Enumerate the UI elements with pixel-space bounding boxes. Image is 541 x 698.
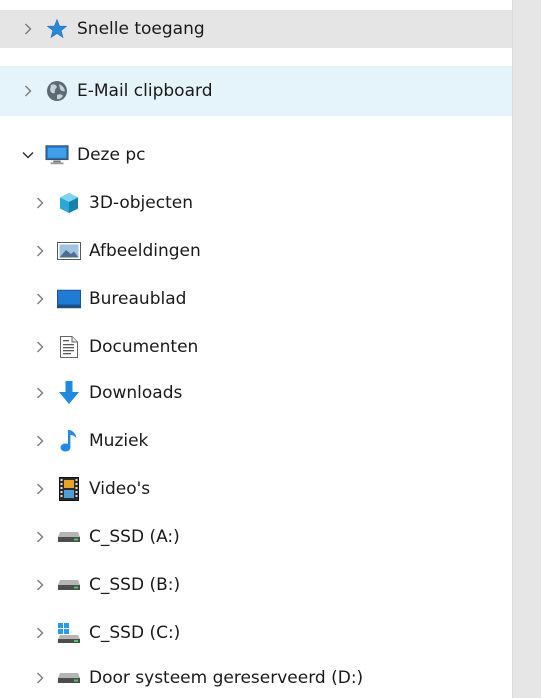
- star-icon: [45, 17, 69, 41]
- chevron-right-icon[interactable]: [33, 578, 47, 592]
- chevron-right-icon[interactable]: [33, 386, 47, 400]
- nav-item-label: Afbeeldingen: [89, 241, 201, 261]
- chevron-down-icon[interactable]: [21, 148, 35, 162]
- chevron-right-icon[interactable]: [33, 626, 47, 640]
- nav-item-label: Muziek: [89, 431, 149, 451]
- chevron-right-icon[interactable]: [33, 340, 47, 354]
- nav-item-label: Snelle toegang: [77, 19, 205, 39]
- drive-icon: [57, 525, 81, 549]
- nav-item-3d-objects[interactable]: 3D-objecten: [0, 180, 512, 226]
- download-arrow-icon: [57, 381, 81, 405]
- chevron-right-icon[interactable]: [33, 671, 47, 685]
- nav-item-drive-d[interactable]: Door systeem gereserveerd (D:): [0, 658, 512, 698]
- chevron-right-icon[interactable]: [33, 244, 47, 258]
- nav-item-email-clipboard[interactable]: E-Mail clipboard: [0, 66, 512, 116]
- desktop-icon: [57, 287, 81, 311]
- nav-item-label: C_SSD (A:): [89, 527, 180, 547]
- document-icon: [57, 335, 81, 359]
- nav-item-drive-c[interactable]: C_SSD (C:): [0, 610, 512, 656]
- nav-item-this-pc[interactable]: Deze pc: [0, 132, 512, 178]
- chevron-right-icon[interactable]: [33, 530, 47, 544]
- nav-item-label: Downloads: [89, 383, 183, 403]
- nav-item-label: 3D-objecten: [89, 193, 193, 213]
- music-note-icon: [57, 429, 81, 453]
- chevron-right-icon[interactable]: [33, 292, 47, 306]
- vertical-scrollbar[interactable]: [512, 0, 541, 698]
- cube-icon: [57, 191, 81, 215]
- drive-icon: [57, 666, 81, 690]
- nav-item-drive-b[interactable]: C_SSD (B:): [0, 562, 512, 608]
- nav-item-label: Video's: [89, 479, 151, 499]
- chevron-right-icon[interactable]: [33, 196, 47, 210]
- film-icon: [57, 477, 81, 501]
- nav-item-drive-a[interactable]: C_SSD (A:): [0, 514, 512, 560]
- nav-item-quick-access[interactable]: Snelle toegang: [0, 10, 512, 48]
- monitor-icon: [45, 143, 69, 167]
- nav-item-documents[interactable]: Documenten: [0, 324, 512, 370]
- globe-icon: [45, 79, 69, 103]
- nav-item-music[interactable]: Muziek: [0, 418, 512, 464]
- nav-item-videos[interactable]: Video's: [0, 466, 512, 512]
- nav-item-desktop[interactable]: Bureaublad: [0, 276, 512, 322]
- pictures-icon: [57, 239, 81, 263]
- chevron-right-icon[interactable]: [21, 84, 35, 98]
- navigation-pane: Snelle toegang E-Mail clipboard Deze pc …: [0, 0, 512, 698]
- chevron-right-icon[interactable]: [33, 434, 47, 448]
- nav-item-downloads[interactable]: Downloads: [0, 370, 512, 416]
- nav-item-label: C_SSD (C:): [89, 623, 181, 643]
- chevron-right-icon[interactable]: [33, 482, 47, 496]
- nav-item-label: Bureaublad: [89, 289, 187, 309]
- nav-item-pictures[interactable]: Afbeeldingen: [0, 228, 512, 274]
- nav-item-label: C_SSD (B:): [89, 575, 181, 595]
- windows-drive-icon: [57, 621, 81, 645]
- nav-item-label: Documenten: [89, 337, 199, 357]
- nav-item-label: Door systeem gereserveerd (D:): [89, 668, 364, 688]
- chevron-right-icon[interactable]: [21, 22, 35, 36]
- nav-item-label: E-Mail clipboard: [77, 81, 213, 101]
- nav-item-label: Deze pc: [77, 145, 146, 165]
- drive-icon: [57, 573, 81, 597]
